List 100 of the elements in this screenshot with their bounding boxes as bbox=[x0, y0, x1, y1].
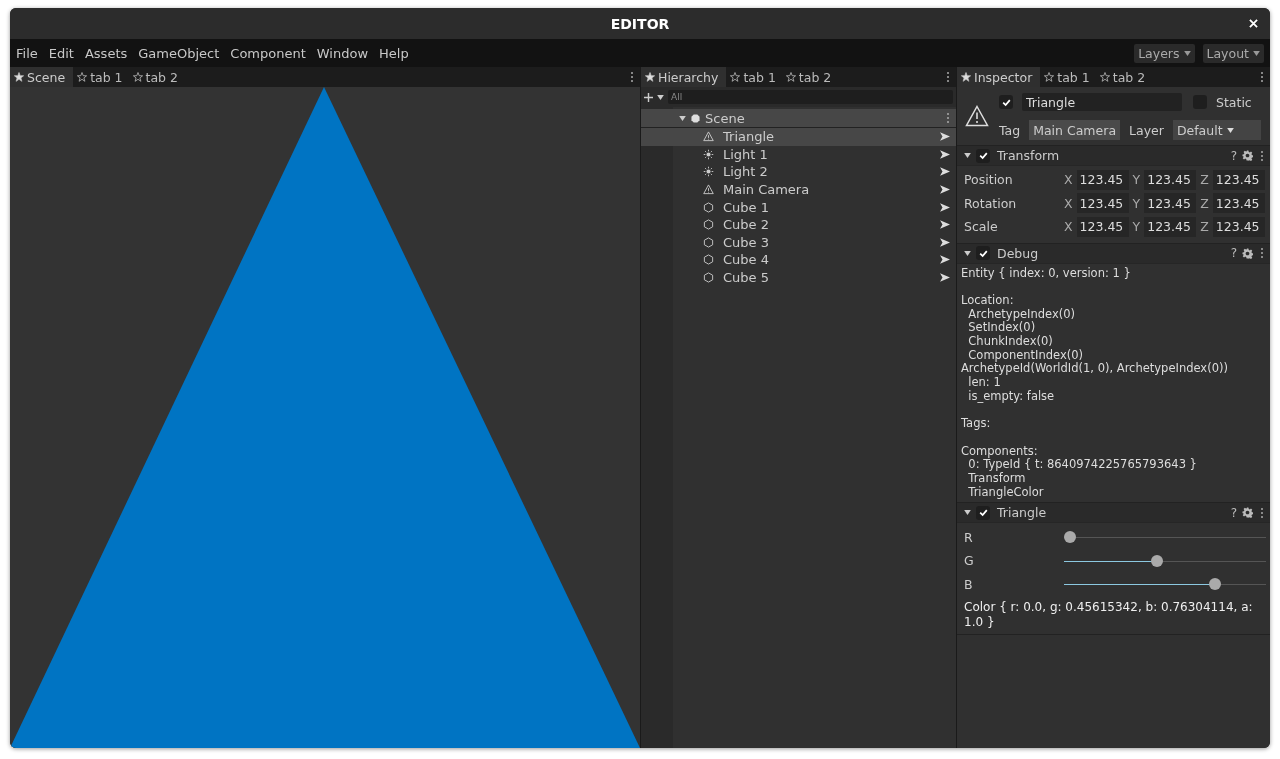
slider[interactable] bbox=[1064, 578, 1266, 591]
number-field[interactable]: 123.45 bbox=[1212, 169, 1265, 190]
number-field[interactable]: 123.45 bbox=[1144, 193, 1197, 214]
more-icon[interactable] bbox=[1260, 506, 1264, 519]
tree-item[interactable]: Cube 4 bbox=[673, 251, 956, 269]
star-icon bbox=[785, 72, 796, 82]
tab[interactable]: tab 2 bbox=[1095, 67, 1152, 87]
static-label: Static bbox=[1216, 94, 1252, 110]
property-label: Scale bbox=[964, 219, 999, 235]
component-header[interactable]: Triangle ? bbox=[957, 503, 1270, 524]
slider-label: B bbox=[964, 576, 974, 592]
tree-item[interactable]: Light 1 bbox=[673, 145, 956, 164]
axis-label: X bbox=[1064, 195, 1073, 211]
scene-icon bbox=[691, 113, 700, 123]
slider-thumb[interactable] bbox=[1208, 578, 1221, 591]
caret-icon[interactable] bbox=[679, 115, 686, 121]
search-field[interactable]: All bbox=[668, 90, 953, 104]
help-link[interactable]: ? bbox=[1230, 246, 1237, 260]
debug-text: Entity { index: 0, version: 1 } Location: ArchetypeIndex(0) SetIndex(0) ChunkIndex(0) ComponentIndex(0) ArchetypeId(WorldId(1, 0), ArchetypeIndex(0)) len: 1 is_empty: false Tags: Components: 0: TypeId { t: 8640974225765793643 } Transform TriangleColor bbox=[961, 266, 1229, 500]
more-icon[interactable] bbox=[1260, 71, 1264, 83]
star-icon bbox=[730, 72, 741, 82]
add-icon[interactable] bbox=[644, 92, 653, 102]
more-icon[interactable] bbox=[946, 112, 950, 124]
tab[interactable]: Scene bbox=[10, 67, 74, 87]
more-icon[interactable] bbox=[630, 71, 634, 83]
tab[interactable]: tab 1 bbox=[1040, 67, 1096, 87]
number-field[interactable]: 123.45 bbox=[1076, 216, 1129, 237]
menu-item[interactable]: Component bbox=[230, 45, 312, 61]
component-title: Transform bbox=[997, 148, 1060, 163]
close-icon[interactable] bbox=[1249, 19, 1258, 28]
slider[interactable] bbox=[1064, 531, 1266, 544]
hexagon-icon bbox=[703, 219, 714, 231]
number-field[interactable]: 123.45 bbox=[1212, 216, 1265, 237]
tab[interactable]: Inspector bbox=[957, 67, 1041, 87]
star-icon bbox=[1044, 72, 1055, 82]
more-icon[interactable] bbox=[946, 71, 950, 83]
star-icon bbox=[77, 72, 88, 82]
number-field[interactable]: 123.45 bbox=[1212, 193, 1265, 214]
settings-icon[interactable] bbox=[1242, 507, 1253, 519]
more-icon[interactable] bbox=[1260, 247, 1264, 259]
slider-thumb[interactable] bbox=[1064, 531, 1076, 544]
tree-item[interactable]: Cube 5 bbox=[673, 268, 956, 287]
tab[interactable]: tab 1 bbox=[73, 67, 129, 87]
menu-item[interactable]: Window bbox=[316, 45, 375, 61]
star-icon bbox=[1099, 72, 1110, 82]
number-field[interactable]: 123.45 bbox=[1076, 193, 1129, 214]
tree-item[interactable]: Light 2 bbox=[673, 163, 956, 181]
tree-row[interactable]: Scene bbox=[641, 109, 956, 128]
axis-label: X bbox=[1064, 219, 1073, 235]
help-link[interactable]: ? bbox=[1230, 505, 1237, 520]
tree-item[interactable]: Cube 1 bbox=[673, 198, 956, 216]
checkbox[interactable] bbox=[976, 505, 990, 520]
caret-icon[interactable] bbox=[964, 153, 971, 158]
tree-item[interactable]: Main Camera bbox=[673, 180, 956, 199]
component-header[interactable]: Transform ? bbox=[957, 146, 1270, 166]
menu-item[interactable]: GameObject bbox=[138, 45, 226, 61]
more-icon[interactable] bbox=[1260, 149, 1264, 162]
axis-label: X bbox=[1064, 172, 1073, 188]
tag-dropdown[interactable]: Main Camera bbox=[1029, 120, 1121, 140]
menu-item[interactable]: File bbox=[16, 45, 44, 61]
tree-item[interactable]: Cube 3 bbox=[673, 233, 956, 252]
menu-item[interactable]: Help bbox=[379, 45, 415, 61]
caret-icon[interactable] bbox=[657, 94, 664, 100]
number-field[interactable]: 123.45 bbox=[1144, 169, 1197, 190]
axis-label: Z bbox=[1200, 195, 1209, 211]
tab[interactable]: Hierarchy bbox=[641, 67, 727, 87]
checkbox[interactable] bbox=[976, 246, 990, 260]
dropdown-button[interactable]: Layers bbox=[1134, 43, 1195, 63]
slider-thumb[interactable] bbox=[1150, 554, 1163, 567]
menu-item[interactable]: Assets bbox=[84, 45, 134, 61]
caret-icon[interactable] bbox=[964, 510, 971, 516]
component-title: Triangle bbox=[997, 505, 1047, 521]
axis-label: Y bbox=[1132, 172, 1141, 188]
tree-item[interactable]: Cube 2 bbox=[673, 215, 956, 234]
axis-label: Y bbox=[1132, 195, 1141, 211]
menu-item[interactable]: Edit bbox=[48, 45, 80, 61]
sun-icon bbox=[703, 166, 714, 178]
window-title: EDITOR bbox=[610, 15, 670, 32]
layer-dropdown[interactable]: Default bbox=[1172, 120, 1261, 140]
caret-icon[interactable] bbox=[964, 250, 971, 256]
tag-label: Tag bbox=[999, 122, 1021, 138]
star-icon bbox=[961, 72, 971, 82]
tab[interactable]: tab 1 bbox=[726, 67, 782, 87]
checkbox[interactable] bbox=[976, 148, 990, 163]
settings-icon[interactable] bbox=[1242, 150, 1253, 161]
hexagon-icon bbox=[703, 254, 714, 266]
slider[interactable] bbox=[1064, 554, 1266, 567]
axis-label: Z bbox=[1200, 172, 1209, 188]
tab[interactable]: tab 2 bbox=[128, 67, 184, 87]
tab[interactable]: tab 2 bbox=[781, 67, 838, 87]
name-field[interactable]: Triangle bbox=[1022, 93, 1182, 111]
checkbox[interactable] bbox=[999, 95, 1013, 109]
tree-item[interactable]: Triangle bbox=[641, 128, 956, 146]
number-field[interactable]: 123.45 bbox=[1144, 216, 1197, 237]
help-link[interactable]: ? bbox=[1230, 148, 1237, 163]
number-field[interactable]: 123.45 bbox=[1076, 169, 1129, 190]
dropdown-button[interactable]: Layout bbox=[1202, 43, 1264, 63]
settings-icon[interactable] bbox=[1242, 247, 1253, 259]
component-header[interactable]: Debug ? bbox=[957, 243, 1270, 264]
property-label: Position bbox=[964, 172, 1014, 188]
